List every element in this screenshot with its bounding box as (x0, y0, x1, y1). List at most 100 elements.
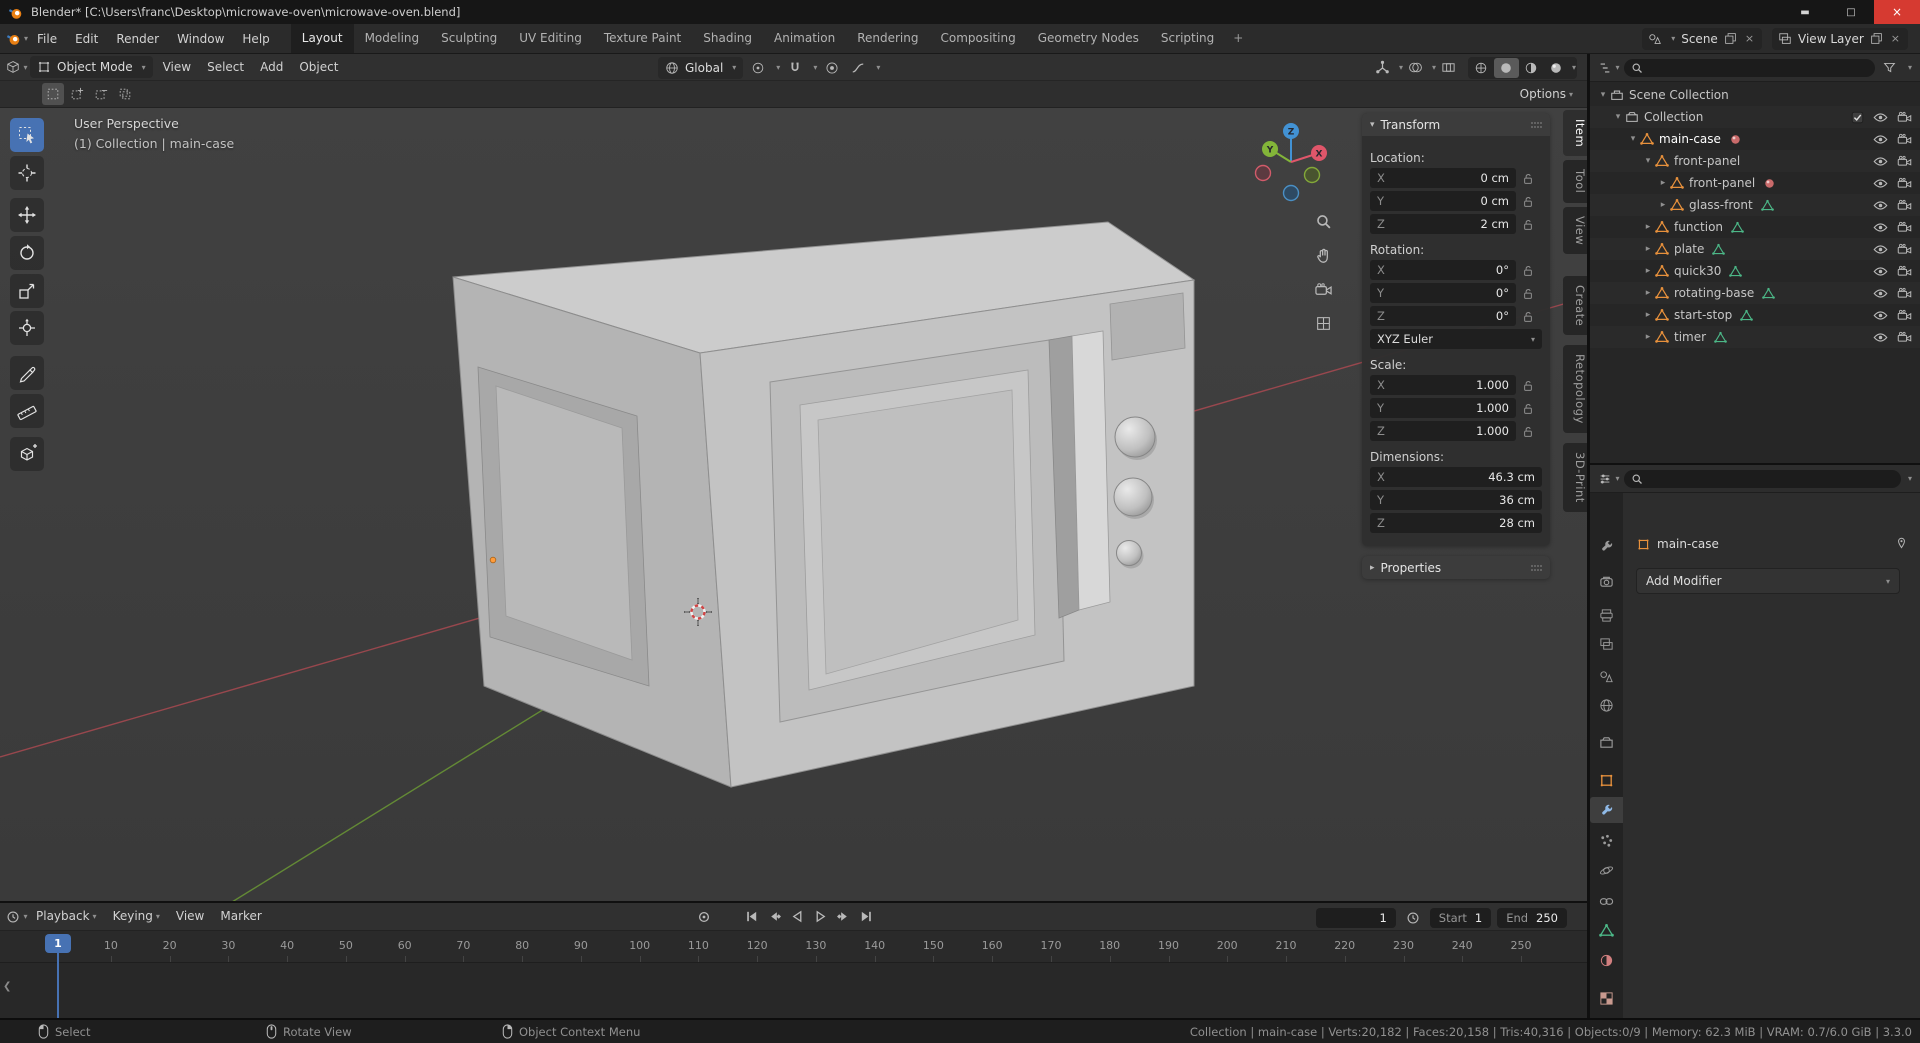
disable-in-renders-icon[interactable] (1897, 243, 1912, 255)
lock-open-icon[interactable] (1520, 402, 1536, 415)
field-dimensions-x[interactable]: X 46.3 cm (1370, 467, 1542, 487)
tool-annotate-button[interactable] (10, 356, 44, 390)
minimize-button[interactable]: ▬ (1782, 0, 1828, 24)
properties-options-icon[interactable]: ▾ (1908, 474, 1912, 483)
tool-move-button[interactable] (10, 198, 44, 232)
hide-in-viewport-icon[interactable] (1873, 244, 1888, 255)
outliner-row-front-panel[interactable]: ▾ front-panel (1590, 150, 1920, 172)
outliner-row-timer[interactable]: ▸ timer (1590, 326, 1920, 348)
lock-open-icon[interactable] (1520, 379, 1536, 392)
expand-right-icon[interactable]: ▸ (1656, 200, 1670, 210)
workspace-tab-geometry-nodes[interactable]: Geometry Nodes (1027, 24, 1150, 53)
previous-keyframe-button[interactable] (763, 906, 785, 927)
properties-tab-output[interactable] (1590, 602, 1623, 628)
tool-measure-button[interactable] (10, 394, 44, 428)
jump-to-end-button[interactable] (855, 906, 877, 927)
scene-3d[interactable]: X Y Z (0, 108, 1587, 901)
properties-tab-world[interactable] (1590, 692, 1623, 718)
properties-tab-view-layer[interactable] (1590, 631, 1623, 657)
expand-arrow-icon[interactable]: ▸ (1370, 563, 1375, 573)
field-rotation-x[interactable]: X 0° (1370, 260, 1516, 280)
disable-in-renders-icon[interactable] (1897, 221, 1912, 233)
timeline-menu-playback[interactable]: Playback ▾ (28, 903, 105, 930)
timeline-menu-keying[interactable]: Keying ▾ (105, 903, 168, 930)
viewport-menu-object[interactable]: Object (291, 54, 346, 81)
properties-tab-render[interactable] (1590, 568, 1623, 594)
shading-rendered-button[interactable] (1544, 58, 1569, 78)
proportional-editing-toggle[interactable] (821, 57, 843, 79)
options-dropdown[interactable]: Options ▾ (1520, 87, 1581, 101)
end-frame-field[interactable]: End 250 (1497, 908, 1567, 928)
play-reverse-button[interactable] (786, 906, 808, 927)
outliner-row-quick30[interactable]: ▸ quick30 (1590, 260, 1920, 282)
add-modifier-button[interactable]: Add Modifier ▾ (1636, 568, 1900, 594)
tool-select-box-button[interactable] (10, 118, 44, 152)
expand-right-icon[interactable]: ▸ (1641, 244, 1655, 254)
viewport-menu-view[interactable]: View (155, 54, 199, 81)
snapping-toggle[interactable] (784, 57, 806, 79)
workspace-tab-animation[interactable]: Animation (763, 24, 846, 53)
add-workspace-button[interactable]: + (1225, 24, 1251, 53)
new-view-layer-icon[interactable] (1870, 32, 1883, 45)
pin-icon[interactable] (1895, 537, 1908, 550)
channel-collapse-icon[interactable]: ❮ (3, 981, 11, 992)
collapse-arrow-icon[interactable]: ▾ (1370, 120, 1375, 130)
hide-in-viewport-icon[interactable] (1873, 134, 1888, 145)
properties-search-input[interactable] (1648, 471, 1894, 486)
disable-in-renders-icon[interactable] (1897, 111, 1912, 123)
workspace-tab-sculpting[interactable]: Sculpting (430, 24, 508, 53)
lock-open-icon[interactable] (1520, 218, 1536, 231)
drag-dots-icon[interactable] (1530, 121, 1542, 129)
rotation-mode-dropdown[interactable]: XYZ Euler ▾ (1370, 329, 1542, 349)
editor-type-button[interactable]: ▾ (6, 56, 28, 78)
tool-scale-button[interactable] (10, 274, 44, 308)
expand-right-icon[interactable]: ▸ (1656, 178, 1670, 188)
unlink-scene-icon[interactable]: × (1743, 32, 1756, 45)
expand-right-icon[interactable]: ▸ (1641, 288, 1655, 298)
toggle-orthographic-button[interactable] (1310, 310, 1336, 336)
field-scale-y[interactable]: Y 1.000 (1370, 398, 1516, 418)
playhead[interactable]: 1 (45, 934, 71, 953)
properties-search[interactable] (1624, 469, 1901, 488)
viewport-canvas-area[interactable]: X Y Z User Perspective (1) Collection | … (0, 108, 1587, 901)
drag-dots-icon[interactable] (1530, 564, 1542, 572)
disable-in-renders-icon[interactable] (1897, 309, 1912, 321)
gizmo-axis-neg-y[interactable] (1303, 166, 1321, 184)
sidebar-tab-3d-print[interactable]: 3D-Print (1563, 442, 1587, 512)
properties-tab-constraints[interactable] (1590, 888, 1623, 914)
outliner-row-plate[interactable]: ▸ plate (1590, 238, 1920, 260)
tool-transform-button[interactable] (10, 311, 44, 345)
workspace-tab-shading[interactable]: Shading (692, 24, 763, 53)
properties-tab-modifiers[interactable] (1590, 797, 1623, 823)
field-rotation-y[interactable]: Y 0° (1370, 283, 1516, 303)
sidebar-tab-create[interactable]: Create (1563, 275, 1587, 336)
zoom-button[interactable] (1310, 208, 1336, 234)
sidebar-tab-view[interactable]: View (1563, 206, 1587, 254)
mode-dropdown[interactable]: Object Mode ▾ (30, 56, 153, 78)
editor-type-button[interactable]: ▾ (1598, 57, 1620, 79)
outliner-row-collection[interactable]: ▾ Collection (1590, 106, 1920, 128)
filter-button[interactable] (1879, 57, 1901, 79)
menu-help[interactable]: Help (233, 24, 278, 54)
field-location-y[interactable]: Y0 cm (1370, 191, 1516, 211)
timeline-track[interactable] (0, 963, 1587, 1018)
outliner-row-front-panel[interactable]: ▸ front-panel (1590, 172, 1920, 194)
filter-dropdown-icon[interactable]: ▾ (1908, 63, 1912, 72)
lock-open-icon[interactable] (1520, 172, 1536, 185)
expand-right-icon[interactable]: ▸ (1641, 310, 1655, 320)
gizmo-axis-neg-z[interactable] (1282, 184, 1300, 202)
transform-panel-header[interactable]: ▾ Transform (1362, 113, 1550, 136)
timeline-menu-view[interactable]: View (168, 903, 212, 930)
new-scene-icon[interactable] (1724, 32, 1737, 45)
disable-in-renders-icon[interactable] (1897, 177, 1912, 189)
microwave-model[interactable] (452, 221, 1196, 788)
playhead-line[interactable] (57, 953, 59, 1020)
lock-open-icon[interactable] (1520, 425, 1536, 438)
hide-in-viewport-icon[interactable] (1873, 156, 1888, 167)
show-gizmos-button[interactable] (1372, 57, 1394, 79)
hide-in-viewport-icon[interactable] (1873, 178, 1888, 189)
outliner-row-start-stop[interactable]: ▸ start-stop (1590, 304, 1920, 326)
workspace-tab-compositing[interactable]: Compositing (929, 24, 1026, 53)
proportional-falloff-dropdown[interactable] (847, 57, 869, 79)
disable-in-renders-icon[interactable] (1897, 155, 1912, 167)
